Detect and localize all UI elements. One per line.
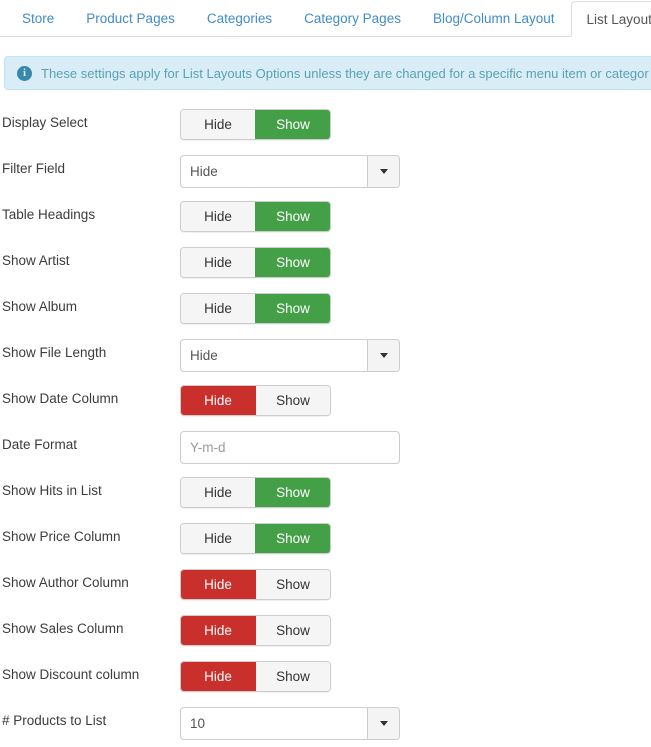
toggle-option-show[interactable]: Show — [255, 570, 330, 599]
form-row: Show Album Hide Show — [0, 287, 651, 333]
field-control: Hide Show — [180, 293, 331, 324]
field-label: Show Date Column — [2, 391, 119, 406]
text-input[interactable] — [180, 431, 400, 464]
tab-list-layouts[interactable]: List Layouts — [570, 1, 651, 37]
form-row: Show Author Column Hide Show — [0, 563, 651, 609]
field-label: Show Discount column — [2, 667, 140, 682]
field-control: Hide — [180, 339, 400, 372]
field-control: Hide Show — [180, 385, 331, 416]
tab-blog-column-layout[interactable]: Blog/Column Layout — [417, 0, 571, 36]
form-row: Show Hits in List Hide Show — [0, 471, 651, 517]
hide-show-toggle[interactable]: Hide Show — [180, 247, 331, 278]
field-control — [180, 431, 400, 464]
hide-show-toggle[interactable]: Hide Show — [180, 615, 331, 646]
form-row: Filter Field Hide — [0, 149, 651, 195]
caret-glyph — [379, 169, 388, 174]
caret-glyph — [379, 721, 388, 726]
toggle-option-hide[interactable]: Hide — [181, 248, 255, 277]
hide-show-toggle[interactable]: Hide Show — [180, 293, 331, 324]
form-row: Show Discount column Hide Show — [0, 655, 651, 701]
dropdown-select[interactable]: 10 — [180, 707, 400, 740]
toggle-option-show[interactable]: Show — [255, 616, 330, 645]
select-value: Hide — [190, 348, 218, 363]
info-alert-text: These settings apply for List Layouts Op… — [41, 65, 649, 81]
form-row: Show Date Column Hide Show — [0, 379, 651, 425]
form-row: Date Format — [0, 425, 651, 471]
tab-categories[interactable]: Categories — [191, 0, 288, 36]
form-row: Show Sales Column Hide Show — [0, 609, 651, 655]
field-label: Show File Length — [2, 345, 107, 360]
toggle-option-hide[interactable]: Hide — [181, 478, 255, 507]
hide-show-toggle[interactable]: Hide Show — [180, 661, 331, 692]
toggle-option-hide[interactable]: Hide — [181, 294, 255, 323]
field-control: 10 — [180, 707, 400, 740]
chevron-down-icon[interactable] — [367, 340, 399, 371]
toggle-option-show[interactable]: Show — [255, 202, 330, 231]
field-label: Date Format — [2, 437, 78, 452]
tab-store[interactable]: Store — [6, 0, 70, 36]
tab-product-pages[interactable]: Product Pages — [70, 0, 191, 36]
field-label: Filter Field — [2, 161, 66, 176]
toggle-option-show[interactable]: Show — [255, 248, 330, 277]
field-label: Show Sales Column — [2, 621, 124, 636]
field-control: Hide Show — [180, 109, 331, 140]
toggle-option-show[interactable]: Show — [255, 662, 330, 691]
dropdown-select[interactable]: Hide — [180, 339, 400, 372]
field-control: Hide Show — [180, 615, 331, 646]
toggle-option-hide[interactable]: Hide — [181, 386, 255, 415]
tab-category-pages[interactable]: Category Pages — [288, 0, 417, 36]
select-value: Hide — [190, 164, 218, 179]
field-label: Show Author Column — [2, 575, 129, 590]
field-control: Hide Show — [180, 523, 331, 554]
hide-show-toggle[interactable]: Hide Show — [180, 569, 331, 600]
info-circle-icon: i — [17, 65, 32, 81]
field-control: Hide Show — [180, 477, 331, 508]
hide-show-toggle[interactable]: Hide Show — [180, 385, 331, 416]
form-row: Show File Length Hide — [0, 333, 651, 379]
info-alert: i These settings apply for List Layouts … — [4, 56, 651, 90]
chevron-down-icon[interactable] — [367, 156, 399, 187]
field-label: Show Album — [2, 299, 78, 314]
form-row: # Products to List 10 — [0, 701, 651, 747]
field-label: Table Headings — [2, 207, 96, 222]
toggle-option-show[interactable]: Show — [255, 110, 330, 139]
dropdown-select[interactable]: Hide — [180, 155, 400, 188]
settings-form: Display Select Hide Show Filter Field Hide Ta… — [0, 103, 651, 747]
toggle-option-show[interactable]: Show — [255, 478, 330, 507]
field-label: Show Price Column — [2, 529, 121, 544]
chevron-down-icon[interactable] — [367, 708, 399, 739]
caret-glyph — [379, 353, 388, 358]
toggle-option-hide[interactable]: Hide — [181, 524, 255, 553]
field-label: Show Hits in List — [2, 483, 102, 498]
toggle-option-show[interactable]: Show — [255, 386, 330, 415]
hide-show-toggle[interactable]: Hide Show — [180, 477, 331, 508]
form-row: Show Artist Hide Show — [0, 241, 651, 287]
tab-bar: Store Product Pages Categories Category Pag… — [0, 0, 651, 37]
toggle-option-show[interactable]: Show — [255, 294, 330, 323]
toggle-option-hide[interactable]: Hide — [181, 570, 255, 599]
field-label: Display Select — [2, 115, 88, 130]
form-row: Show Price Column Hide Show — [0, 517, 651, 563]
field-control: Hide — [180, 155, 400, 188]
toggle-option-hide[interactable]: Hide — [181, 616, 255, 645]
hide-show-toggle[interactable]: Hide Show — [180, 109, 331, 140]
toggle-option-hide[interactable]: Hide — [181, 110, 255, 139]
toggle-option-hide[interactable]: Hide — [181, 662, 255, 691]
field-control: Hide Show — [180, 247, 331, 278]
hide-show-toggle[interactable]: Hide Show — [180, 201, 331, 232]
hide-show-toggle[interactable]: Hide Show — [180, 523, 331, 554]
field-control: Hide Show — [180, 569, 331, 600]
form-row: Table Headings Hide Show — [0, 195, 651, 241]
toggle-option-show[interactable]: Show — [255, 524, 330, 553]
field-label: # Products to List — [2, 713, 107, 728]
field-control: Hide Show — [180, 201, 331, 232]
field-label: Show Artist — [2, 253, 70, 268]
field-control: Hide Show — [180, 661, 331, 692]
toggle-option-hide[interactable]: Hide — [181, 202, 255, 231]
form-row: Display Select Hide Show — [0, 103, 651, 149]
select-value: 10 — [190, 716, 206, 731]
